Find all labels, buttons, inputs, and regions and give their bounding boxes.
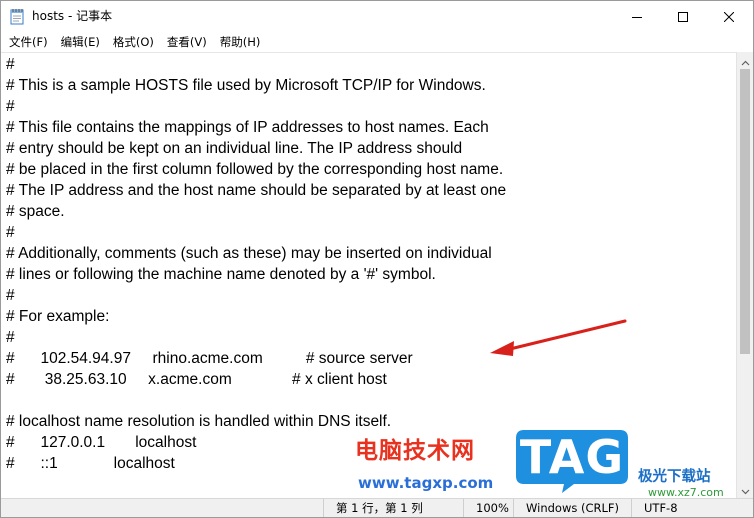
line-ending: Windows (CRLF) [513,499,631,517]
editor-line: # [6,56,15,73]
editor-line: # The IP address and the host name shoul… [6,182,507,199]
editor-line: # 38.25.63.10 x.acme.com # x client host [6,371,387,388]
window-title: hosts - 记事本 [32,9,113,23]
editor-line: # localhost name resolution is handled w… [6,413,392,430]
status-bar: 第 1 行，第 1 列 100% Windows (CRLF) UTF-8 [1,498,753,517]
menu-bar: 文件(F) 编辑(E) 格式(O) 查看(V) 帮助(H) [1,32,753,52]
menu-file[interactable]: 文件(F) [3,33,55,51]
editor-line: # [6,98,15,115]
vertical-scrollbar[interactable] [736,52,753,498]
menu-view[interactable]: 查看(V) [161,33,214,51]
chevron-down-icon [741,480,750,499]
watermark-corner-name: 极光下载站 [638,469,711,485]
minimize-icon [632,12,642,22]
cursor-position: 第 1 行，第 1 列 [323,499,463,517]
watermark-site-name: 电脑技术网 [355,438,475,464]
minimize-button[interactable] [614,1,660,32]
red-arrow-icon [490,319,627,356]
encoding: UTF-8 [631,499,753,517]
scroll-down-button[interactable] [737,480,753,499]
editor-line: # This is a sample HOSTS file used by Mi… [6,77,486,94]
scroll-thumb[interactable] [740,69,750,354]
editor-line: # This file contains the mappings of IP … [6,119,489,136]
editor-line: # lines or following the machine name de… [6,266,436,283]
menu-help[interactable]: 帮助(H) [214,33,268,51]
editor-line: # [6,329,15,346]
zoom-level: 100% [463,499,513,517]
scroll-up-button[interactable] [737,51,753,70]
editor-line: # Additionally, comments (such as these)… [6,245,492,262]
close-icon [724,11,734,22]
title-bar[interactable]: hosts - 记事本 [1,1,753,32]
maximize-button[interactable] [660,1,706,32]
tag-logo-text: TAG [519,430,625,484]
editor-line: # entry should be kept on an individual … [6,140,463,157]
watermark-site-url: www.tagxp.com [358,474,494,492]
editor-line: # space. [6,203,65,220]
editor-line: # [6,287,15,304]
menu-format[interactable]: 格式(O) [107,33,161,51]
editor-line: # be placed in the first column followed… [6,161,504,178]
close-button[interactable] [706,1,752,32]
menu-edit[interactable]: 编辑(E) [55,33,107,51]
editor-line: # [6,224,15,241]
notepad-icon [10,8,24,25]
tag-logo: TAG [514,428,630,494]
watermark-corner-url: www.xz7.com [648,486,724,499]
editor-line: # 102.54.94.97 rhino.acme.com # source s… [6,350,413,367]
maximize-icon [678,11,688,22]
chevron-up-icon [741,51,750,70]
editor-lines: # # This is a sample HOSTS file used by … [6,54,506,474]
editor-line: # For example: [6,308,110,325]
